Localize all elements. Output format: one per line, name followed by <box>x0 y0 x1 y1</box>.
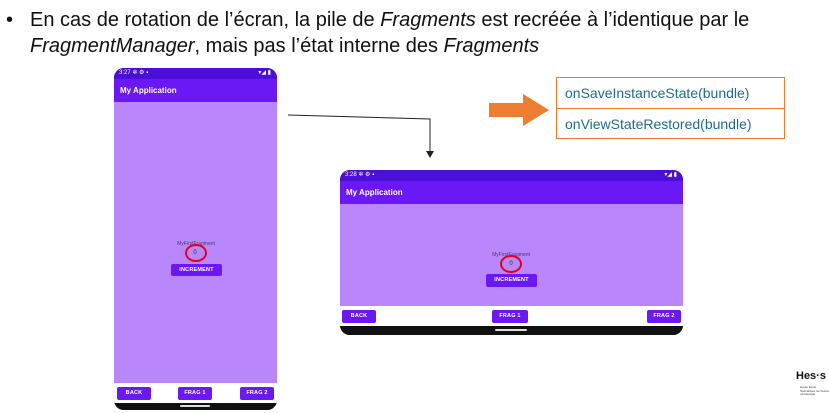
orange-arrow-icon <box>489 94 549 126</box>
connector-arrowhead-icon <box>426 151 434 158</box>
rotation-connector-line <box>287 114 431 152</box>
connector-overlay <box>287 94 549 158</box>
callout-divider <box>557 108 784 109</box>
method-save-instance-state: onSaveInstanceState(bundle) <box>565 85 750 101</box>
hes-so-logo: Hes·s <box>796 370 826 382</box>
lifecycle-callout: onSaveInstanceState(bundle) onViewStateR… <box>556 77 785 139</box>
method-view-state-restored: onViewStateRestored(bundle) <box>565 116 752 132</box>
hes-so-logo-subtitle: Haute Ecole Spécialisée de Suisse occide… <box>800 385 829 396</box>
